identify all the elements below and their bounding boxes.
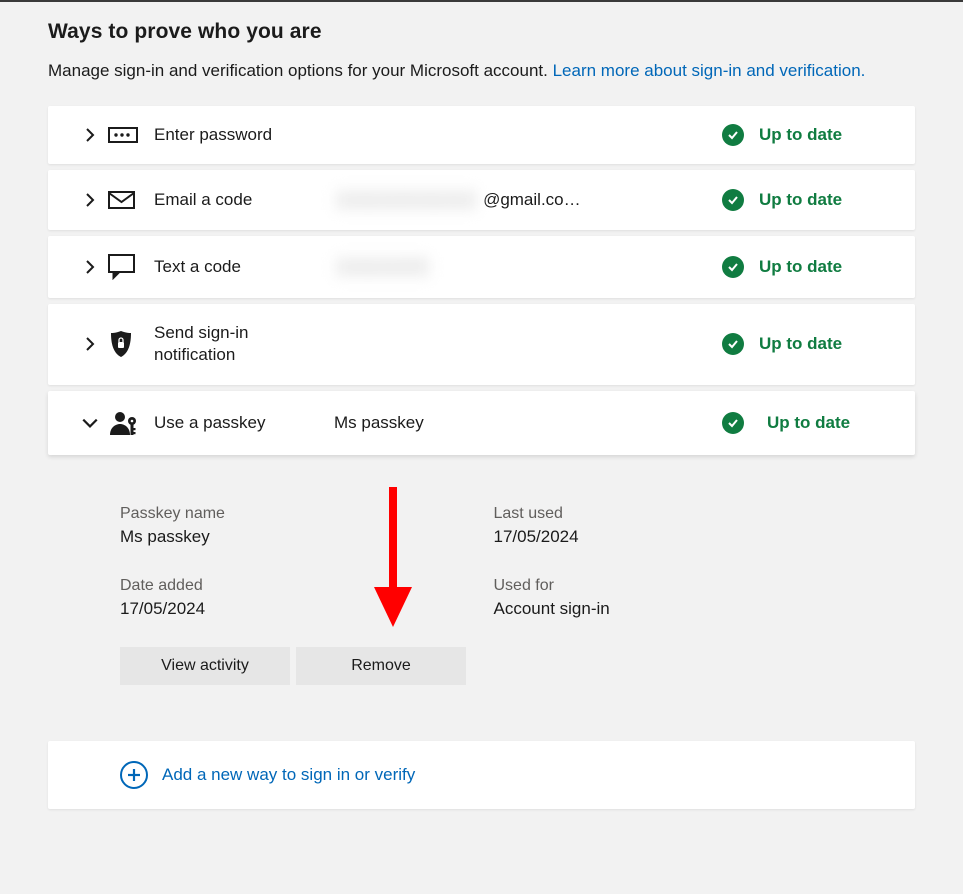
email-icon	[108, 190, 154, 210]
add-new-label[interactable]: Add a new way to sign in or verify	[162, 765, 415, 785]
method-passkey[interactable]: Use a passkey Ms passkey Up to date	[48, 391, 915, 455]
field-label: Passkey name	[120, 505, 470, 523]
method-label: Enter password	[154, 125, 334, 145]
status-check-icon	[715, 256, 751, 278]
shield-lock-icon	[108, 329, 154, 359]
status-check-icon	[715, 124, 751, 146]
method-sms[interactable]: Text a code redacted00 Up to date	[48, 236, 915, 298]
status-text: Up to date	[751, 257, 891, 277]
last-used-field: Last used 17/05/2024	[494, 505, 844, 547]
field-label: Last used	[494, 505, 844, 523]
field-value: 17/05/2024	[494, 527, 844, 547]
chevron-right-icon	[72, 127, 108, 143]
field-value: Account sign-in	[494, 599, 844, 619]
date-added-field: Date added 17/05/2024	[120, 577, 470, 619]
email-suffix: @gmail.co…	[483, 190, 581, 209]
method-notification[interactable]: Send sign-in notification Up to date	[48, 304, 915, 386]
field-label: Date added	[120, 577, 470, 595]
method-password[interactable]: Enter password Up to date	[48, 106, 915, 164]
method-label: Email a code	[154, 190, 334, 210]
page-title: Ways to prove who you are	[48, 20, 915, 44]
passkey-name-field: Passkey name Ms passkey	[120, 505, 470, 547]
method-detail: Ms passkey	[334, 413, 715, 433]
plus-icon	[120, 761, 148, 789]
learn-more-link[interactable]: Learn more about sign-in and verificatio…	[553, 61, 866, 80]
view-activity-button[interactable]: View activity	[120, 647, 290, 685]
status-text: Up to date	[751, 413, 891, 433]
chevron-down-icon	[72, 414, 108, 432]
field-value: Ms passkey	[120, 527, 470, 547]
passkey-icon	[108, 409, 154, 437]
chevron-right-icon	[72, 259, 108, 275]
status-check-icon	[715, 333, 751, 355]
add-new-method[interactable]: Add a new way to sign in or verify	[48, 741, 915, 809]
status-text: Up to date	[751, 125, 891, 145]
field-label: Used for	[494, 577, 844, 595]
field-value: 17/05/2024	[120, 599, 470, 619]
chevron-right-icon	[72, 336, 108, 352]
redacted-text: redactedredacted	[334, 188, 478, 212]
page-subheading: Manage sign-in and verification options …	[48, 58, 915, 84]
subheading-text: Manage sign-in and verification options …	[48, 61, 553, 80]
status-text: Up to date	[751, 334, 891, 354]
method-email[interactable]: Email a code redactedredacted @gmail.co……	[48, 170, 915, 230]
chevron-right-icon	[72, 192, 108, 208]
method-detail: redacted00	[334, 255, 715, 279]
sms-icon	[108, 254, 154, 280]
method-detail: redactedredacted @gmail.co…	[334, 188, 715, 212]
method-label: Use a passkey	[154, 413, 334, 433]
method-label: Text a code	[154, 257, 334, 277]
remove-button[interactable]: Remove	[296, 647, 466, 685]
password-icon	[108, 125, 154, 145]
redacted-text: redacted00	[334, 255, 431, 279]
method-label: Send sign-in notification	[154, 322, 334, 368]
passkey-detail-panel: Passkey name Ms passkey Last used 17/05/…	[48, 461, 915, 729]
used-for-field: Used for Account sign-in	[494, 577, 844, 619]
status-text: Up to date	[751, 190, 891, 210]
status-check-icon	[715, 412, 751, 434]
status-check-icon	[715, 189, 751, 211]
